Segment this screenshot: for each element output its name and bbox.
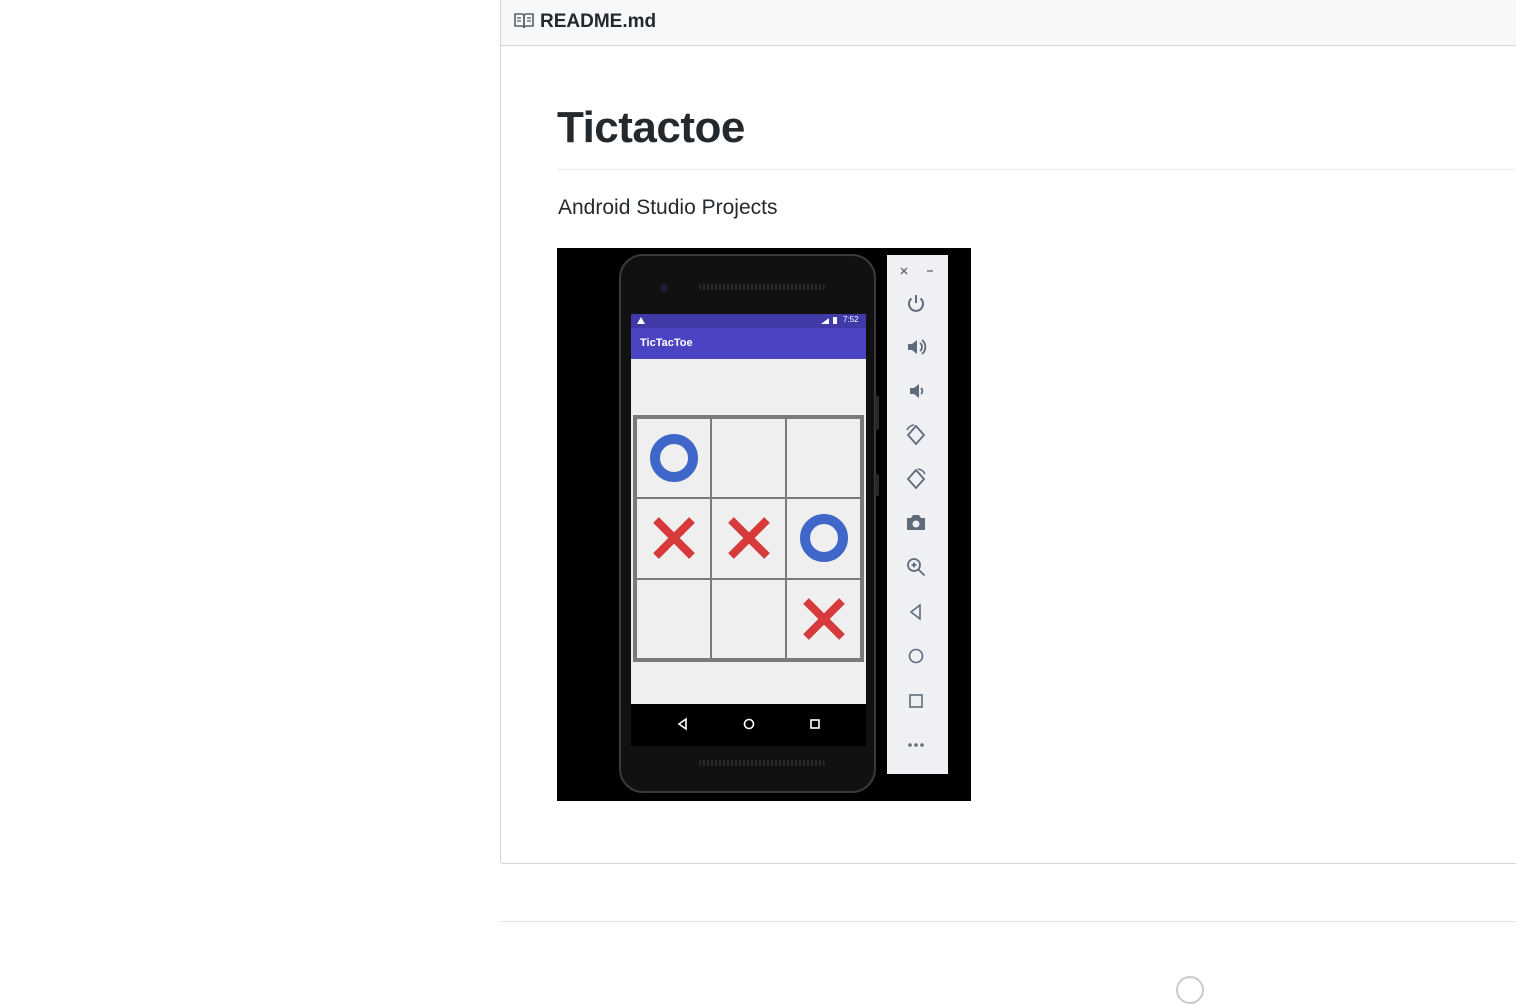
phone-nav-bar	[631, 704, 866, 746]
camera-icon[interactable]	[904, 511, 928, 535]
back-icon[interactable]	[675, 716, 691, 732]
recents-icon[interactable]	[807, 716, 823, 732]
zoom-icon[interactable]	[904, 555, 928, 579]
volume-down-icon[interactable]	[904, 379, 928, 403]
board-cell[interactable]	[711, 498, 786, 579]
rotate-right-icon[interactable]	[904, 467, 928, 491]
status-time: 7:52	[843, 315, 859, 324]
board-cell[interactable]	[711, 418, 786, 499]
x-mark	[652, 517, 695, 560]
bottom-speaker	[699, 760, 825, 766]
footer-divider	[500, 921, 1516, 922]
home-icon[interactable]	[904, 644, 928, 668]
home-icon[interactable]	[741, 716, 757, 732]
board-cell[interactable]	[786, 578, 861, 659]
x-mark	[727, 517, 770, 560]
board-cell[interactable]	[786, 418, 861, 499]
o-mark	[649, 434, 698, 483]
rotate-left-icon[interactable]	[904, 423, 928, 447]
volume-up-icon[interactable]	[904, 335, 928, 359]
top-speaker	[699, 284, 825, 290]
minimize-icon[interactable]	[924, 265, 936, 277]
readme-header: README.md	[501, 0, 1516, 46]
close-icon[interactable]	[898, 265, 910, 277]
more-icon[interactable]	[904, 733, 928, 757]
title-divider	[557, 169, 1516, 170]
signal-icon	[821, 318, 829, 324]
front-camera	[660, 284, 668, 292]
power-side-button	[875, 396, 879, 430]
board-cell[interactable]	[636, 578, 711, 659]
volume-side-button	[875, 474, 879, 496]
board-cell[interactable]	[636, 498, 711, 579]
x-mark	[802, 597, 845, 640]
app-bar: TicTacToe	[631, 328, 866, 359]
tictactoe-board	[633, 415, 864, 662]
warning-icon	[637, 317, 645, 324]
overview-icon[interactable]	[904, 689, 928, 713]
footer-logo[interactable]	[1176, 976, 1204, 1004]
status-bar: 7:52	[631, 314, 866, 328]
emulator-toolbar	[887, 255, 948, 774]
readme-container: README.md Tictactoe Android Studio Proje…	[500, 0, 1516, 864]
board-cell[interactable]	[636, 418, 711, 499]
app-title: TicTacToe	[640, 337, 693, 349]
phone-frame: 7:52 TicTacToe	[619, 254, 879, 793]
readme-description: Android Studio Projects	[558, 196, 778, 219]
readme-filename-link[interactable]: README.md	[540, 11, 656, 33]
board-cell[interactable]	[786, 498, 861, 579]
power-icon[interactable]	[904, 291, 928, 315]
back-icon[interactable]	[904, 600, 928, 624]
o-mark	[799, 514, 848, 563]
book-icon	[514, 13, 534, 29]
emulator-screenshot[interactable]: 7:52 TicTacToe	[557, 248, 971, 801]
board-cell[interactable]	[711, 578, 786, 659]
phone-screen: 7:52 TicTacToe	[631, 314, 866, 704]
battery-icon	[833, 317, 837, 324]
readme-title: Tictactoe	[557, 103, 745, 152]
